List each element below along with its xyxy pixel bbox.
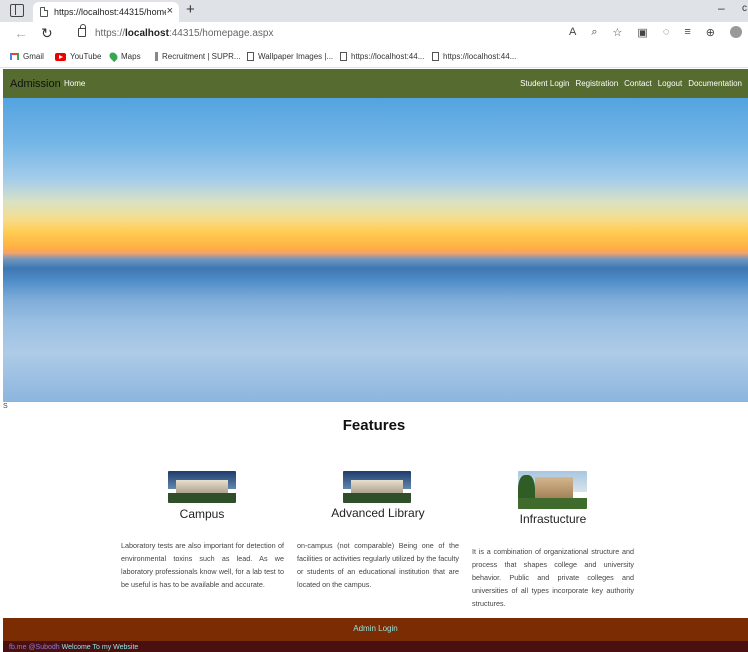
reload-icon[interactable]: ↻ <box>41 25 53 42</box>
window-control-icon[interactable]: c <box>742 3 747 14</box>
bookmark-gmail[interactable]: Gmail <box>10 52 44 61</box>
bookmark-label: https://localhost:44... <box>443 52 517 61</box>
new-tab-button[interactable]: + <box>186 1 195 18</box>
feature-text-campus: Laboratory tests are also important for … <box>121 541 284 589</box>
extension-icon[interactable]: ▣ <box>637 26 647 39</box>
brand-link[interactable]: Admission <box>10 78 61 90</box>
bookmark-label: Gmail <box>23 52 44 61</box>
collections-icon[interactable]: ⊕ <box>706 26 715 39</box>
tab-actions-icon[interactable] <box>10 4 24 17</box>
back-arrow-icon[interactable]: ← <box>14 25 28 41</box>
page-icon <box>432 52 439 61</box>
tab-close-icon[interactable]: × <box>167 5 173 17</box>
zoom-icon[interactable]: ⌕ <box>591 26 597 39</box>
bookmarks-bar: Gmail YouTube Maps Recruitment | SUPR...… <box>0 46 748 68</box>
nav-documentation-link[interactable]: Documentation <box>688 79 742 88</box>
bookmark-recruitment[interactable]: Recruitment | SUPR... <box>155 52 241 61</box>
favorite-star-icon[interactable]: ☆ <box>613 26 623 39</box>
tab-title: https://localhost:44315/homepage.aspx <box>54 7 166 17</box>
nav-right-links: Student Login Registration Contact Logou… <box>520 79 742 88</box>
nav-logout-link[interactable]: Logout <box>658 79 682 88</box>
url-field[interactable]: https://localhost:44315/homepage.aspx <box>95 28 273 39</box>
admin-login-link[interactable]: Admin Login <box>353 624 397 633</box>
profile-avatar[interactable] <box>730 26 742 38</box>
bookmark-localhost-1[interactable]: https://localhost:44... <box>340 52 424 61</box>
bookmark-maps[interactable]: Maps <box>107 50 141 63</box>
infrastructure-image <box>518 471 587 509</box>
credit-handle-link[interactable]: fb.me @Subodh <box>9 644 60 651</box>
url-host: localhost <box>125 28 169 39</box>
browser-toolbar-icons: A ⌕ ☆ ▣ ◌ ≡ ⊕ <box>569 26 742 39</box>
bookmark-label: https://localhost:44... <box>351 52 425 61</box>
page-icon <box>340 52 347 61</box>
feature-text-library: on-campus (not comparable) Being one of … <box>297 541 459 589</box>
minimize-button[interactable]: – <box>718 1 725 15</box>
read-aloud-icon[interactable]: A <box>569 26 576 39</box>
hero-banner-image <box>3 98 748 402</box>
feature-text-infrastructure: It is a combination of organizational st… <box>472 547 634 608</box>
bookmark-youtube[interactable]: YouTube <box>55 52 101 61</box>
features-heading: Features <box>342 417 406 434</box>
library-image <box>343 471 411 503</box>
bookmark-wallpaper[interactable]: Wallpaper Images |... <box>247 52 333 61</box>
page-icon <box>247 52 254 61</box>
feature-title-library: Advanced Library <box>331 506 425 520</box>
favorites-icon[interactable]: ≡ <box>684 26 690 39</box>
bookmark-label: Maps <box>121 52 141 61</box>
feature-title-campus: Campus <box>179 507 225 521</box>
bookmark-label: YouTube <box>70 52 102 61</box>
browser-tab-bar: https://localhost:44315/homepage.aspx × … <box>0 0 748 22</box>
youtube-icon <box>55 52 66 61</box>
url-prefix: https:// <box>95 28 126 39</box>
address-bar-row: ← ↻ https://localhost:44315/homepage.asp… <box>0 22 748 46</box>
bookmark-label: Wallpaper Images |... <box>258 52 334 61</box>
site-navbar: Admission Home Student Login Registratio… <box>3 69 748 98</box>
copilot-icon[interactable]: ◌ <box>663 26 670 39</box>
footer-bar: Admin Login <box>3 618 748 641</box>
nav-student-login-link[interactable]: Student Login <box>520 79 569 88</box>
nav-contact-link[interactable]: Contact <box>624 79 652 88</box>
recruitment-icon <box>155 52 158 61</box>
campus-image <box>168 471 236 503</box>
gmail-icon <box>10 53 19 60</box>
url-path: :44315/homepage.aspx <box>168 28 274 39</box>
maps-icon <box>107 50 120 63</box>
footer-credit-bar: fb.me @Subodh Welcome To my Website <box>3 641 748 652</box>
hero-caption: S <box>3 403 8 410</box>
lock-icon[interactable] <box>78 24 86 37</box>
bookmark-label: Recruitment | SUPR... <box>162 52 241 61</box>
nav-home-link[interactable]: Home <box>64 79 85 88</box>
browser-tab[interactable]: https://localhost:44315/homepage.aspx × <box>33 2 179 22</box>
feature-title-infrastructure: Infrastucture <box>519 512 587 526</box>
bookmark-localhost-2[interactable]: https://localhost:44... <box>432 52 516 61</box>
page-icon <box>40 7 48 17</box>
nav-registration-link[interactable]: Registration <box>575 79 618 88</box>
welcome-text: Welcome To my Website <box>61 644 139 651</box>
